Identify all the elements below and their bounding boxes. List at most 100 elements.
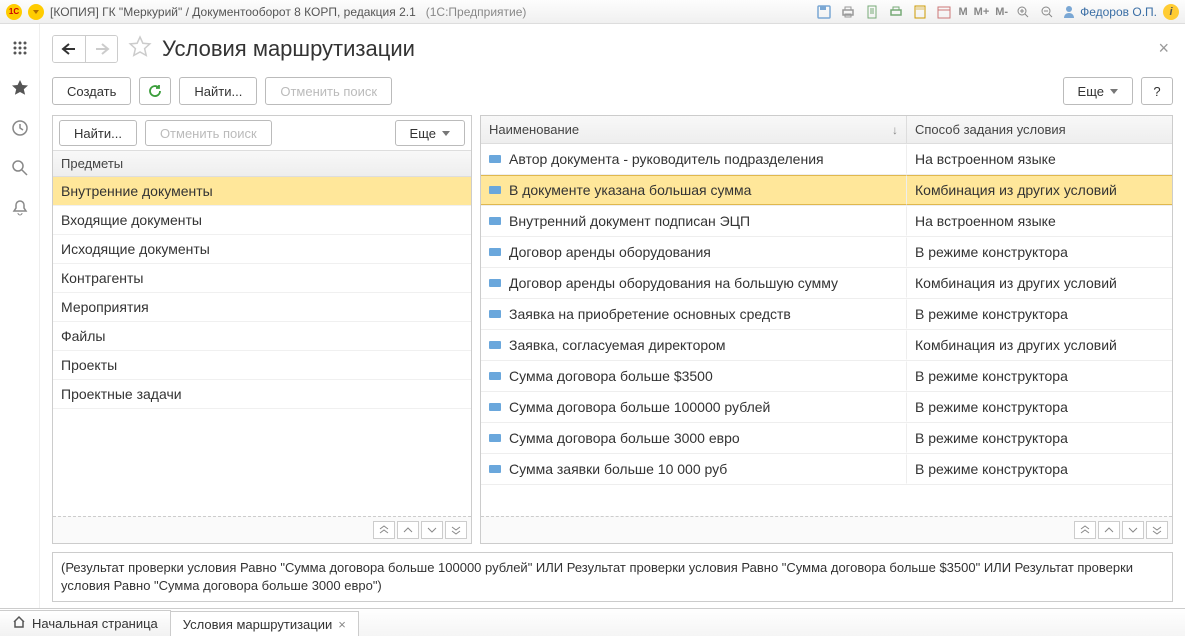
help-button[interactable]: ? (1141, 77, 1173, 105)
dropdown-circle-icon[interactable] (28, 4, 44, 20)
scroll-top-icon[interactable] (373, 521, 395, 539)
subjects-pane: Найти... Отменить поиск Еще Предметы Вну… (52, 115, 472, 544)
list-item[interactable]: Входящие документы (53, 206, 471, 235)
tab-home[interactable]: Начальная страница (0, 610, 171, 636)
row-mode: Комбинация из других условий (907, 175, 1172, 205)
table-row[interactable]: Заявка на приобретение основных средств В… (481, 299, 1172, 330)
m-minus-button[interactable]: M- (995, 6, 1008, 18)
sort-down-icon: ↓ (892, 123, 898, 137)
scroll-bottom-icon[interactable] (1146, 521, 1168, 539)
column-name-label: Наименование (489, 122, 579, 137)
user-menu[interactable]: Федоров О.П. (1062, 5, 1157, 19)
left-find-button[interactable]: Найти... (59, 120, 137, 146)
scroll-top-icon[interactable] (1074, 521, 1096, 539)
search-icon[interactable] (10, 158, 30, 178)
row-mode: На встроенном языке (907, 144, 1172, 174)
tab-current-label: Условия маршрутизации (183, 617, 332, 632)
row-mode: В режиме конструктора (907, 237, 1172, 267)
create-button[interactable]: Создать (52, 77, 131, 105)
row-marker-icon (489, 434, 501, 442)
column-name-header[interactable]: Наименование ↓ (481, 116, 907, 143)
refresh-button[interactable] (139, 77, 171, 105)
table-row[interactable]: Договор аренды оборудования В режиме конс… (481, 237, 1172, 268)
row-name: Заявка на приобретение основных средств (509, 306, 791, 322)
list-item[interactable]: Проекты (53, 351, 471, 380)
list-item[interactable]: Исходящие документы (53, 235, 471, 264)
row-name: Сумма договора больше $3500 (509, 368, 713, 384)
zoom-in-icon[interactable] (1014, 3, 1032, 21)
row-mode: В режиме конструктора (907, 361, 1172, 391)
row-name: Автор документа - руководитель подраздел… (509, 151, 824, 167)
zoom-out-icon[interactable] (1038, 3, 1056, 21)
row-name: Договор аренды оборудования (509, 244, 711, 260)
row-mode: В режиме конструктора (907, 299, 1172, 329)
window-meta: (1С:Предприятие) (426, 5, 527, 19)
row-marker-icon (489, 372, 501, 380)
calendar-icon[interactable] (935, 3, 953, 21)
m-button[interactable]: M (959, 6, 968, 18)
favorite-star-icon[interactable] (128, 35, 152, 62)
find-button[interactable]: Найти... (179, 77, 257, 105)
row-marker-icon (489, 155, 501, 163)
scroll-up-icon[interactable] (397, 521, 419, 539)
table-row[interactable]: Заявка, согласуемая директоромКомбинация… (481, 330, 1172, 361)
apps-icon[interactable] (10, 38, 30, 58)
list-item[interactable]: Проектные задачи (53, 380, 471, 409)
scroll-down-icon[interactable] (421, 521, 443, 539)
tab-current[interactable]: Условия маршрутизации × (170, 611, 359, 636)
list-item[interactable]: Внутренние документы (53, 177, 471, 206)
scroll-bottom-icon[interactable] (445, 521, 467, 539)
conditions-pane: Наименование ↓ Способ задания условия Ав… (480, 115, 1173, 544)
cancel-search-button: Отменить поиск (265, 77, 392, 105)
row-name: Заявка, согласуемая директором (509, 337, 726, 353)
scroll-up-icon[interactable] (1098, 521, 1120, 539)
tab-close-icon[interactable]: × (338, 617, 346, 632)
tab-home-label: Начальная страница (32, 616, 158, 631)
list-item[interactable]: Мероприятия (53, 293, 471, 322)
list-item[interactable]: Файлы (53, 322, 471, 351)
print-icon[interactable] (839, 3, 857, 21)
history-icon[interactable] (10, 118, 30, 138)
table-row[interactable]: Договор аренды оборудования на большую с… (481, 268, 1172, 299)
row-name: Сумма договора больше 3000 евро (509, 430, 740, 446)
table-row[interactable]: Внутренний документ подписан ЭЦПНа встро… (481, 206, 1172, 237)
window-title: [КОПИЯ] ГК "Меркурий" / Документооборот … (50, 5, 416, 19)
row-marker-icon (489, 341, 501, 349)
document-icon[interactable] (863, 3, 881, 21)
save-icon[interactable] (815, 3, 833, 21)
left-cancel-search-button: Отменить поиск (145, 120, 272, 146)
row-name: Сумма договора больше 100000 рублей (509, 399, 770, 415)
row-mode: Комбинация из других условий (907, 268, 1172, 298)
calculator-icon[interactable] (911, 3, 929, 21)
scroll-down-icon[interactable] (1122, 521, 1144, 539)
row-mode: В режиме конструктора (907, 392, 1172, 422)
column-mode-header[interactable]: Способ задания условия (907, 116, 1172, 143)
row-marker-icon (489, 186, 501, 194)
print-green-icon[interactable] (887, 3, 905, 21)
table-row[interactable]: В документе указана большая суммаКомбина… (481, 175, 1172, 206)
subjects-header: Предметы (53, 150, 471, 177)
page-title: Условия маршрутизации (162, 36, 415, 62)
bell-icon[interactable] (10, 198, 30, 218)
info-icon[interactable]: i (1163, 4, 1179, 20)
list-item[interactable]: Контрагенты (53, 264, 471, 293)
formula-box: (Результат проверки условия Равно "Сумма… (52, 552, 1173, 602)
table-row[interactable]: Сумма договора больше 100000 рублей В реж… (481, 392, 1172, 423)
table-row[interactable]: Автор документа - руководитель подраздел… (481, 144, 1172, 175)
star-icon[interactable] (10, 78, 30, 98)
table-row[interactable]: Сумма заявки больше 10 000 руб В режиме к… (481, 454, 1172, 485)
table-row[interactable]: Сумма договора больше 3000 евроВ режиме … (481, 423, 1172, 454)
left-more-button[interactable]: Еще (395, 120, 465, 146)
row-marker-icon (489, 279, 501, 287)
nav-back-button[interactable] (53, 36, 85, 62)
close-page-button[interactable]: × (1154, 34, 1173, 63)
nav-forward-button (85, 36, 117, 62)
row-marker-icon (489, 403, 501, 411)
row-mode: В режиме конструктора (907, 454, 1172, 484)
row-name: Внутренний документ подписан ЭЦП (509, 213, 750, 229)
m-plus-button[interactable]: M+ (974, 6, 990, 18)
row-name: Сумма заявки больше 10 000 руб (509, 461, 727, 477)
table-row[interactable]: Сумма договора больше $3500 В режиме конс… (481, 361, 1172, 392)
more-button[interactable]: Еще (1063, 77, 1133, 105)
row-marker-icon (489, 465, 501, 473)
